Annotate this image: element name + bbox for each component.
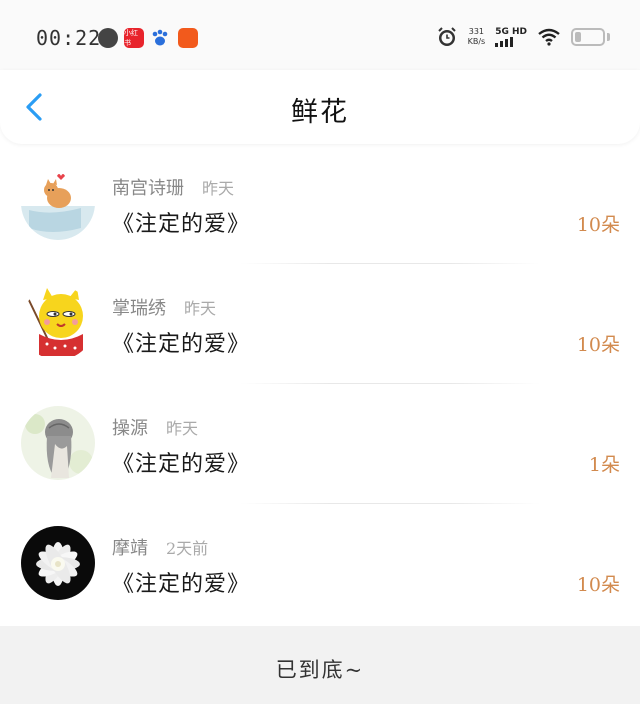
item-name: 掌瑞绣 昨天 (112, 294, 216, 320)
list-item[interactable]: 南宫诗珊 昨天 《注定的爱》 10朵 (0, 144, 640, 264)
item-time: 昨天 (166, 419, 199, 438)
white-flower-avatar (21, 526, 95, 600)
list-item[interactable]: 摩靖 2天前 《注定的爱》 10朵 (0, 504, 640, 624)
net-speed: 331 KB/s (468, 27, 486, 47)
page-title: 鲜花 (291, 97, 349, 128)
avatar[interactable] (21, 526, 95, 600)
network-type: 5G HD (495, 27, 527, 37)
item-name-text: 南宫诗珊 (112, 178, 184, 199)
item-title: 《注定的爱》 (112, 212, 251, 237)
item-title: 《注定的爱》 (112, 332, 251, 357)
net-speed-unit: KB/s (467, 37, 486, 46)
end-of-list-text: 已到底~ (275, 658, 365, 682)
gift-list: 南宫诗珊 昨天 《注定的爱》 10朵 掌瑞绣 昨天 《注定的爱》 10朵 操源 … (0, 144, 640, 624)
status-right-group: 331 KB/s 5G HD (436, 26, 610, 48)
item-name: 摩靖 2天前 (112, 534, 208, 560)
network-group: 5G HD (495, 27, 527, 47)
yellow-cartoon-avatar (21, 286, 95, 360)
girl-illustration-avatar (21, 406, 95, 480)
xiaohongshu-icon: 小红书 (124, 28, 144, 48)
item-title: 《注定的爱》 (112, 572, 251, 597)
item-time: 昨天 (202, 179, 235, 198)
battery-tip (607, 33, 610, 41)
baidu-paw-icon (150, 28, 170, 48)
status-time: 00:22 (36, 26, 102, 50)
item-count: 10朵 (576, 334, 620, 356)
status-bar: 00:22 小红书 331 KB/s 5G HD (0, 0, 640, 76)
item-name-text: 摩靖 (112, 538, 148, 559)
avatar[interactable] (21, 406, 95, 480)
list-item[interactable]: 掌瑞绣 昨天 《注定的爱》 10朵 (0, 264, 640, 384)
list-end-footer: 已到底~ (0, 626, 640, 704)
net-speed-value: 331 (468, 27, 485, 36)
item-name-text: 操源 (112, 418, 148, 439)
battery-icon (571, 28, 605, 46)
avatar[interactable] (21, 166, 95, 240)
wifi-icon (537, 28, 561, 46)
item-count: 10朵 (576, 574, 620, 596)
item-name: 操源 昨天 (112, 414, 198, 440)
video-app-icon (178, 28, 198, 48)
item-time: 2天前 (166, 539, 209, 558)
list-item[interactable]: 操源 昨天 《注定的爱》 1朵 (0, 384, 640, 504)
cartoon-cat-avatar (21, 166, 95, 240)
item-time: 昨天 (184, 299, 217, 318)
avatar[interactable] (21, 286, 95, 360)
globe-icon (98, 28, 118, 48)
header: 鲜花 (0, 70, 640, 144)
item-name-text: 掌瑞绣 (112, 298, 166, 319)
item-title: 《注定的爱》 (112, 452, 251, 477)
item-name: 南宫诗珊 昨天 (112, 174, 234, 200)
signal-icon (495, 37, 527, 47)
item-count: 10朵 (576, 214, 620, 236)
alarm-icon (436, 26, 458, 48)
item-count: 1朵 (588, 454, 620, 476)
